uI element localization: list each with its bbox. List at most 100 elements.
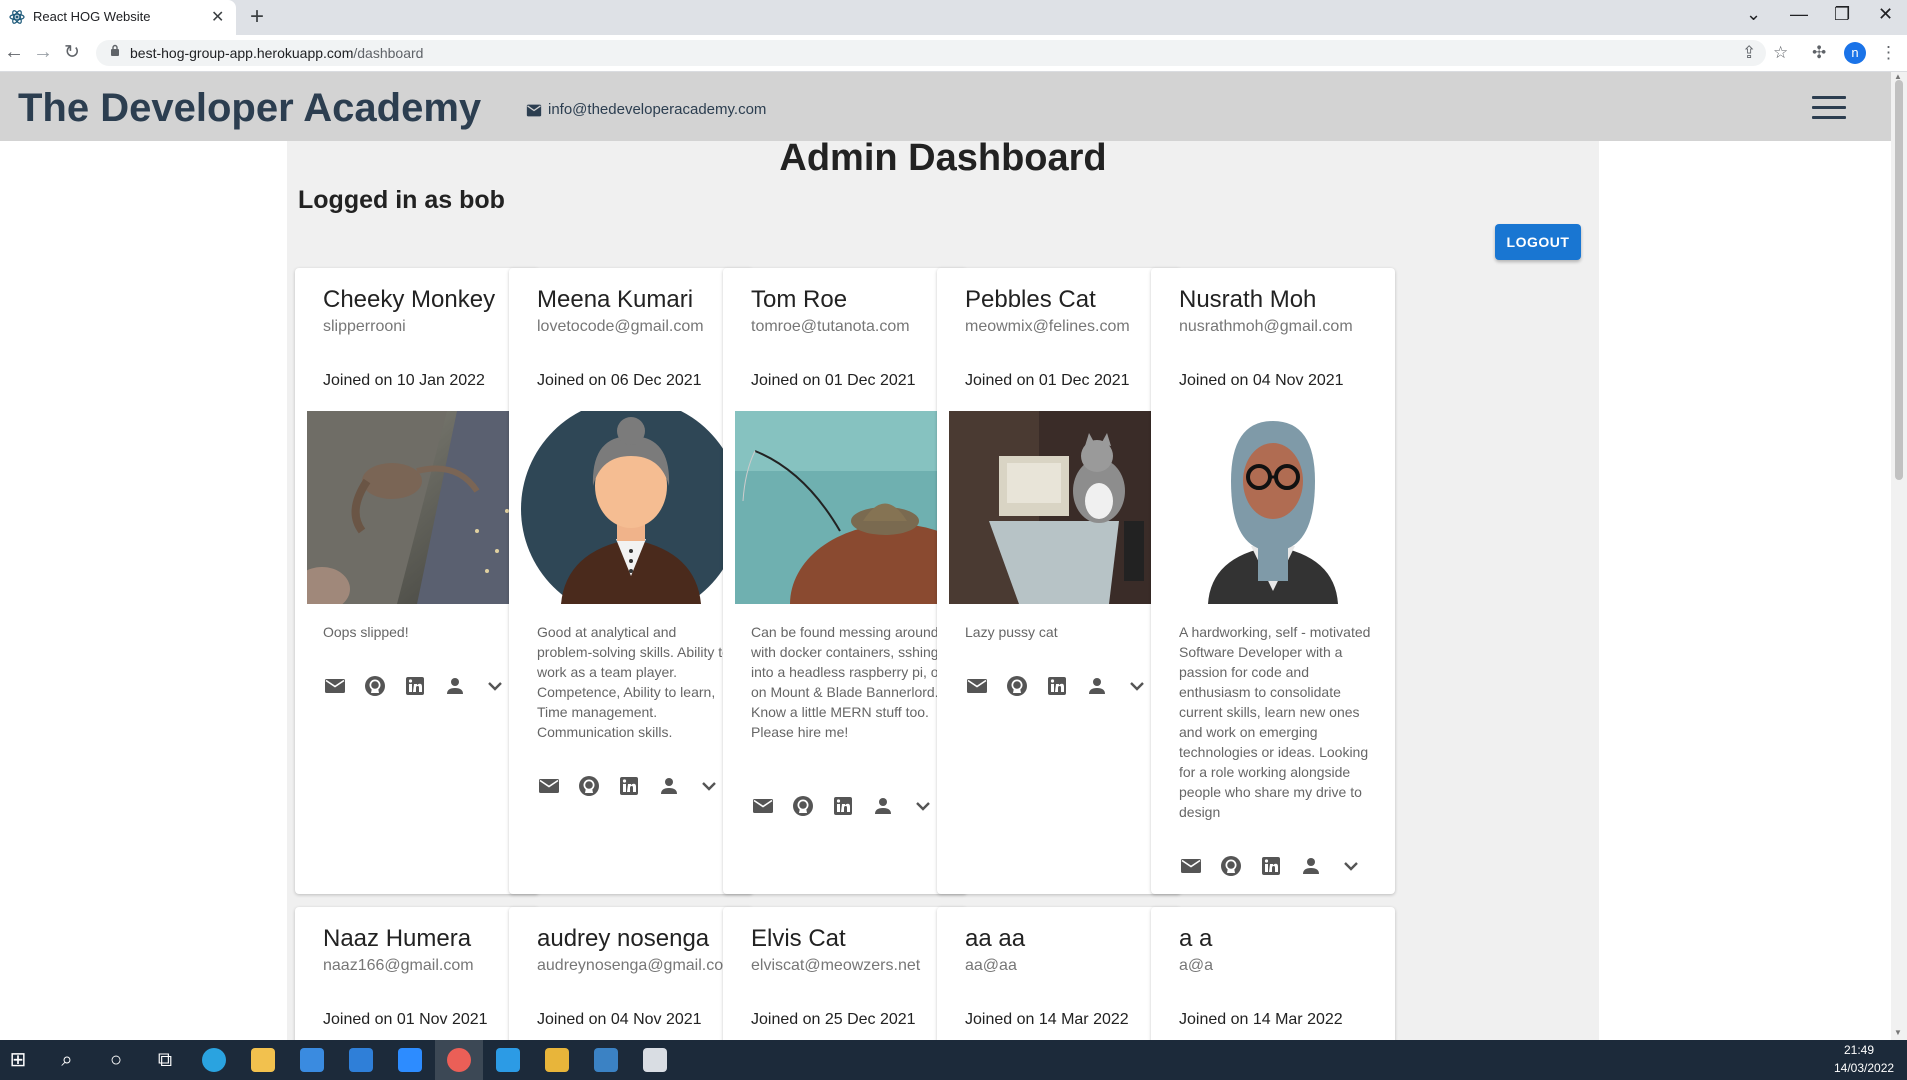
react-icon <box>9 10 25 24</box>
vscode-icon[interactable] <box>496 1048 520 1072</box>
github-icon[interactable] <box>363 674 387 698</box>
edge-icon[interactable] <box>202 1048 226 1072</box>
chrome-icon[interactable] <box>435 1040 483 1080</box>
slack-icon[interactable] <box>545 1048 569 1072</box>
mail-icon[interactable] <box>349 1048 373 1072</box>
back-icon[interactable]: ← <box>4 41 24 64</box>
cortana-icon[interactable]: ○ <box>104 1048 128 1072</box>
github-icon[interactable] <box>791 794 815 818</box>
scroll-thumb[interactable] <box>1895 80 1903 480</box>
card-joined-date: Joined on 10 Jan 2022 <box>323 372 485 389</box>
clock-time[interactable]: 21:49 <box>1844 1043 1874 1057</box>
cat-computer-photo <box>949 411 1169 604</box>
linkedin-icon[interactable] <box>1045 674 1069 698</box>
person-icon[interactable] <box>443 674 467 698</box>
profile-card: a a a@a Joined on 14 Mar 2022 <box>1151 907 1395 1040</box>
card-bio: Lazy pussy cat <box>965 624 1058 640</box>
store-icon[interactable] <box>300 1048 324 1072</box>
person-icon[interactable] <box>1085 674 1109 698</box>
logged-in-label: Logged in as bob <box>298 186 505 214</box>
card-email: naaz166@gmail.com <box>323 957 474 974</box>
page-scrollbar[interactable]: ▲ ▼ <box>1891 72 1907 1040</box>
reload-icon[interactable]: ↻ <box>64 41 80 64</box>
tab-title: React HOG Website <box>33 9 151 24</box>
linkedin-icon[interactable] <box>617 774 641 798</box>
linkedin-icon[interactable] <box>831 794 855 818</box>
expand-more-icon[interactable] <box>483 674 507 698</box>
card-name: Tom Roe <box>751 286 848 313</box>
card-name: Nusrath Moh <box>1179 286 1317 313</box>
file-explorer-icon[interactable] <box>251 1048 275 1072</box>
woman-avatar <box>521 411 741 604</box>
person-icon[interactable] <box>1299 854 1323 878</box>
forward-icon[interactable]: → <box>33 41 53 64</box>
extensions-icon[interactable]: ✣ <box>1812 43 1826 63</box>
hamburger-menu-icon[interactable] <box>1812 96 1846 120</box>
share-icon[interactable]: ⇪ <box>1742 43 1756 63</box>
start-icon[interactable]: ⊞ <box>6 1048 30 1072</box>
card-bio: A hardworking, self - motivated Software… <box>1179 624 1371 820</box>
search-icon[interactable]: ⌕ <box>55 1048 79 1072</box>
logout-button[interactable]: LOGOUT <box>1495 224 1581 260</box>
person-icon[interactable] <box>871 794 895 818</box>
email-icon[interactable] <box>537 774 561 798</box>
card-joined-date: Joined on 06 Dec 2021 <box>537 372 702 389</box>
card-name: Meena Kumari <box>537 286 694 313</box>
expand-more-icon[interactable] <box>911 794 935 818</box>
card-name: Pebbles Cat <box>965 286 1096 313</box>
expand-more-icon[interactable] <box>1339 854 1363 878</box>
profile-card: Pebbles Cat meowmix@felines.com Joined o… <box>937 268 1181 894</box>
card-bio: Oops slipped! <box>323 624 409 640</box>
page-viewport: The Developer Academy info@thedevelopera… <box>0 72 1891 1040</box>
restore-icon[interactable]: ❐ <box>1834 4 1850 25</box>
photos-icon[interactable] <box>594 1048 618 1072</box>
card-name: audrey nosenga <box>537 925 710 952</box>
github-icon[interactable] <box>577 774 601 798</box>
brand-title[interactable]: The Developer Academy <box>18 86 481 131</box>
card-name: Naaz Humera <box>323 925 472 952</box>
expand-more-icon[interactable] <box>1125 674 1149 698</box>
new-tab-icon[interactable]: + <box>250 3 264 31</box>
github-icon[interactable] <box>1005 674 1029 698</box>
url-path: /dashboard <box>353 45 424 61</box>
card-email: nusrathmoh@gmail.com <box>1179 318 1353 335</box>
tab-search-icon[interactable]: ⌄ <box>1746 4 1761 25</box>
profile-card: Nusrath Moh nusrathmoh@gmail.com Joined … <box>1151 268 1395 894</box>
card-email: lovetocode@gmail.com <box>537 318 704 335</box>
card-bio: Good at analytical and problem-solving s… <box>537 624 730 740</box>
linkedin-icon[interactable] <box>1259 854 1283 878</box>
email-icon[interactable] <box>751 794 775 818</box>
email-icon[interactable] <box>1179 854 1203 878</box>
active-app-highlight <box>435 1040 483 1080</box>
browser-tab[interactable]: React HOG Website ✕ <box>0 0 236 35</box>
card-joined-date: Joined on 04 Nov 2021 <box>1179 372 1344 389</box>
tab-close-icon[interactable]: ✕ <box>211 7 224 27</box>
windows-taskbar: ⊞ ⌕ ○ ⧉ 21:49 14/03/2022 <box>0 1040 1907 1080</box>
scroll-down-icon[interactable]: ▼ <box>1894 1028 1902 1037</box>
card-joined-date: Joined on 01 Nov 2021 <box>323 1011 488 1028</box>
card-name: Cheeky Monkey <box>323 286 496 313</box>
hijab-avatar <box>1163 411 1383 604</box>
contact-email[interactable]: info@thedeveloperacademy.com <box>526 101 766 118</box>
profile-card: Cheeky Monkey slipperrooni Joined on 10 … <box>295 268 539 894</box>
bookmark-star-icon[interactable]: ☆ <box>1773 43 1788 63</box>
close-window-icon[interactable]: ✕ <box>1878 4 1893 25</box>
card-email: a@a <box>1179 957 1214 974</box>
expand-more-icon[interactable] <box>697 774 721 798</box>
notepad-icon[interactable] <box>643 1048 667 1072</box>
browser-menu-icon[interactable]: ⋮ <box>1880 43 1897 63</box>
linkedin-icon[interactable] <box>403 674 427 698</box>
clock-date[interactable]: 14/03/2022 <box>1834 1061 1894 1075</box>
task-view-icon[interactable]: ⧉ <box>153 1048 177 1072</box>
card-joined-date: Joined on 01 Dec 2021 <box>751 372 916 389</box>
url-domain: best-hog-group-app.herokuapp.com <box>130 45 354 61</box>
email-icon[interactable] <box>965 674 989 698</box>
zoom-icon[interactable] <box>398 1048 422 1072</box>
github-icon[interactable] <box>1219 854 1243 878</box>
email-icon[interactable] <box>323 674 347 698</box>
profile-card: audrey nosenga audreynosenga@gmail.co Jo… <box>509 907 753 1040</box>
minimize-icon[interactable]: — <box>1790 4 1808 25</box>
profile-avatar[interactable]: n <box>1844 42 1866 64</box>
card-joined-date: Joined on 01 Dec 2021 <box>965 372 1130 389</box>
person-icon[interactable] <box>657 774 681 798</box>
